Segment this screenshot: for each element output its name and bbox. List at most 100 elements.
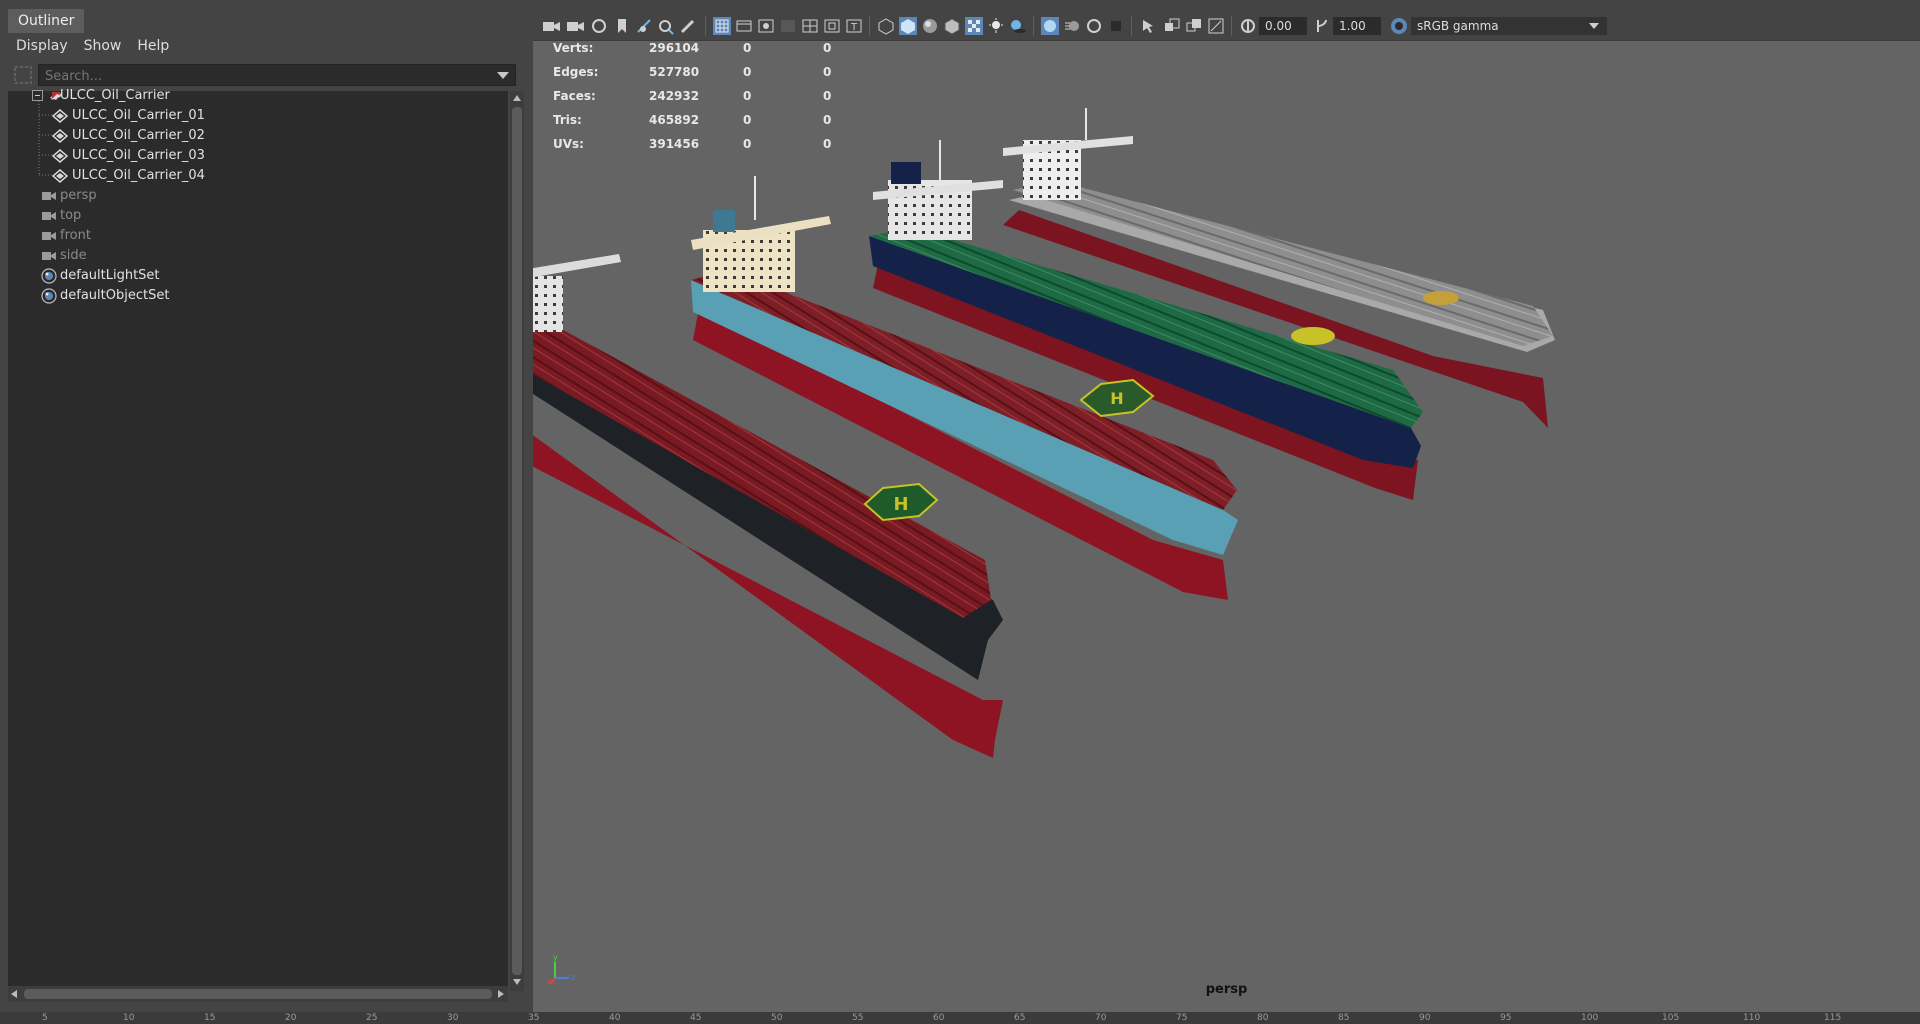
gamma-icon[interactable] — [1313, 17, 1331, 35]
timeline-tick-label: 35 — [528, 1013, 540, 1023]
ambient-occlusion-icon[interactable] — [1041, 17, 1059, 35]
exposure-icon[interactable] — [1239, 17, 1257, 35]
hud-value: 0 — [743, 113, 752, 127]
hud-value: 0 — [823, 137, 832, 151]
depth-of-field-icon[interactable] — [1107, 17, 1125, 35]
timeline-tick-label: 65 — [1014, 1013, 1026, 1023]
hud-label: Tris: — [553, 113, 582, 127]
timeline-tick-label: 55 — [852, 1013, 864, 1023]
safe-action-icon[interactable] — [823, 17, 841, 35]
hud-value: 391456 — [649, 137, 700, 151]
scroll-right-icon[interactable] — [498, 990, 504, 998]
resolution-gate-icon[interactable] — [757, 17, 775, 35]
view-transform-value: sRGB gamma — [1417, 19, 1499, 33]
timeline-tick-label: 100 — [1581, 1013, 1599, 1023]
menu-help[interactable]: Help — [129, 34, 177, 58]
default-material-icon[interactable] — [921, 17, 939, 35]
chevron-down-icon[interactable] — [1589, 23, 1599, 29]
filter-icon[interactable] — [12, 64, 34, 86]
tree-item-set[interactable]: defaultObjectSet — [8, 284, 508, 308]
hud-value: 0 — [823, 65, 832, 79]
helipad-letter: H — [893, 494, 908, 515]
timeline-tick-label: 80 — [1257, 1013, 1269, 1023]
collapse-icon[interactable] — [32, 90, 44, 102]
gate-mask-icon[interactable] — [779, 17, 797, 35]
timeline-tick-label: 115 — [1824, 1013, 1842, 1023]
anti-aliasing-icon[interactable] — [1085, 17, 1103, 35]
timeline-tick-label: 75 — [1176, 1013, 1188, 1023]
timeline-tick-label: 5 — [42, 1013, 48, 1023]
perspective-viewport[interactable]: H H T 0.00 1.00 sRGB gamma Verts: 296104… — [533, 12, 1920, 1012]
color-management-icon[interactable] — [1389, 17, 1409, 35]
menu-display[interactable]: Display — [0, 34, 76, 58]
two-d-pan-icon[interactable] — [657, 17, 675, 35]
scene-render[interactable]: H H — [533, 40, 1920, 1012]
timeline-ruler[interactable]: 5 10 15 20 25 30 35 40 45 50 55 60 65 70 75 80 85 90 95 100… — [0, 1012, 1920, 1024]
outliner-tab[interactable]: Outliner — [8, 9, 85, 33]
outliner-panel: Outliner Display Show Help Search... ULC… — [0, 0, 528, 1024]
film-gate-icon[interactable] — [735, 17, 753, 35]
view-transform-dropdown[interactable]: sRGB gamma — [1411, 17, 1607, 35]
hud-label: Faces: — [553, 89, 596, 103]
timeline-tick-label: 20 — [285, 1013, 297, 1023]
camera-icon — [42, 232, 56, 240]
set-icon — [41, 288, 57, 304]
timeline-tick-label: 105 — [1662, 1013, 1680, 1023]
hud-label: UVs: — [553, 137, 584, 151]
hud-value: 465892 — [649, 113, 700, 127]
isolate-select-icon[interactable] — [1139, 17, 1157, 35]
timeline-tick-label: 70 — [1095, 1013, 1107, 1023]
hud-value: 0 — [743, 65, 752, 79]
scrollbar-thumb[interactable] — [24, 989, 492, 999]
image-plane-icon[interactable] — [635, 17, 653, 35]
bookmark-camera-icon[interactable] — [589, 17, 611, 35]
grid-icon[interactable] — [713, 17, 731, 35]
scroll-down-icon[interactable] — [513, 979, 521, 985]
svg-text:T: T — [850, 22, 858, 33]
exposure-field[interactable]: 0.00 — [1259, 17, 1307, 35]
chevron-down-icon[interactable] — [497, 72, 509, 79]
svg-text:y: y — [553, 953, 558, 962]
bookmark-icon[interactable] — [613, 17, 631, 35]
hud-value: 527780 — [649, 65, 700, 79]
timeline-tick-label: 90 — [1419, 1013, 1431, 1023]
mesh-icon — [52, 109, 68, 123]
camera-icon — [42, 252, 56, 260]
select-camera-icon[interactable] — [541, 17, 563, 35]
timeline-tick-label: 30 — [447, 1013, 459, 1023]
shadows-icon[interactable] — [1009, 17, 1027, 35]
grease-pencil-icon[interactable] — [679, 17, 697, 35]
textured-icon[interactable] — [965, 17, 983, 35]
safe-title-icon[interactable]: T — [845, 17, 863, 35]
smooth-shade-icon[interactable] — [899, 17, 917, 35]
gamma-field[interactable]: 1.00 — [1333, 17, 1381, 35]
lights-icon[interactable] — [987, 17, 1005, 35]
field-chart-icon[interactable] — [801, 17, 819, 35]
scroll-left-icon[interactable] — [11, 990, 17, 998]
timeline-tick-label: 15 — [204, 1013, 216, 1023]
hud-value: 0 — [823, 41, 832, 55]
timeline-tick-label: 50 — [771, 1013, 783, 1023]
horizontal-scrollbar[interactable] — [8, 986, 508, 1002]
tree-item-label: defaultObjectSet — [60, 288, 170, 303]
timeline-tick-label: 10 — [123, 1013, 135, 1023]
set-icon — [41, 268, 57, 284]
motion-blur-icon[interactable] — [1063, 17, 1081, 35]
wireframe-icon[interactable] — [877, 17, 895, 35]
timeline-tick-label: 95 — [1500, 1013, 1512, 1023]
camera-attributes-icon[interactable] — [565, 17, 587, 35]
scroll-up-icon[interactable] — [513, 95, 521, 101]
scrollbar-thumb[interactable] — [512, 107, 522, 975]
wireframe-on-shaded-icon[interactable] — [943, 17, 961, 35]
vertical-scrollbar[interactable] — [510, 91, 524, 991]
timeline-tick-label: 85 — [1338, 1013, 1350, 1023]
camera-label: persp — [1205, 982, 1248, 997]
hud-value: 296104 — [649, 41, 700, 55]
hud-row-uvs: UVs: 391456 0 0 — [553, 132, 913, 156]
xray-joints-icon[interactable] — [1185, 17, 1203, 35]
menu-show[interactable]: Show — [76, 34, 130, 58]
xray-active-icon[interactable] — [1207, 17, 1225, 35]
hud-row-verts: Verts: 296104 0 0 — [553, 36, 913, 60]
xray-icon[interactable] — [1163, 17, 1181, 35]
hud-value: 0 — [743, 137, 752, 151]
